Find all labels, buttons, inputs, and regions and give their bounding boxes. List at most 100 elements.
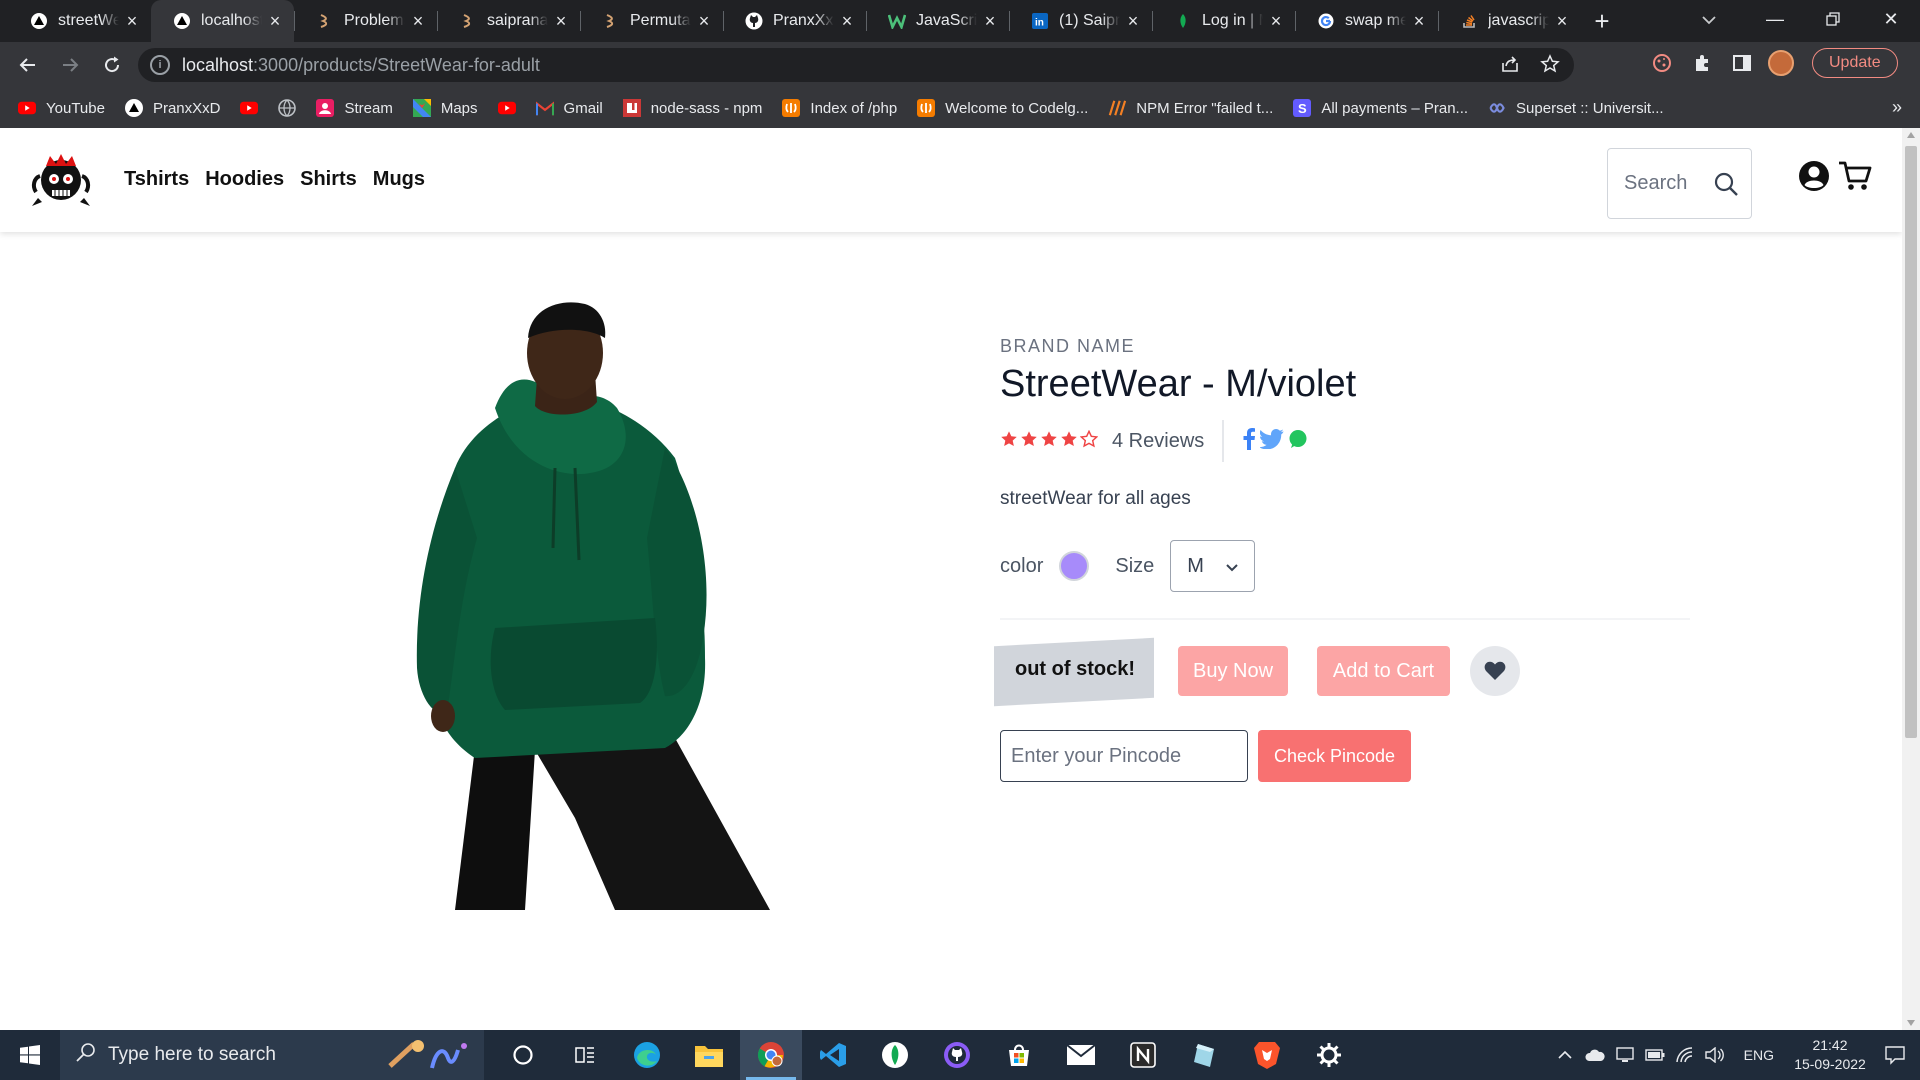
- whatsapp-icon[interactable]: [1288, 429, 1308, 454]
- nav-hoodies[interactable]: Hoodies: [205, 168, 284, 191]
- color-swatch-violet[interactable]: [1059, 551, 1090, 581]
- buy-now-button[interactable]: Buy Now: [1178, 646, 1288, 696]
- check-pincode-button[interactable]: Check Pincode: [1258, 730, 1411, 782]
- wifi-icon[interactable]: [1672, 1047, 1698, 1063]
- close-tab-icon[interactable]: ×: [695, 11, 713, 31]
- browser-tab[interactable]: streetWear×: [8, 0, 151, 42]
- close-tab-icon[interactable]: ×: [838, 11, 856, 31]
- bookmark-item[interactable]: Index of /php: [782, 99, 897, 117]
- close-tab-icon[interactable]: ×: [1410, 11, 1428, 31]
- bookmark-star-icon[interactable]: [1540, 54, 1560, 79]
- close-tab-icon[interactable]: ×: [1124, 11, 1142, 31]
- add-to-cart-button[interactable]: Add to Cart: [1317, 646, 1450, 696]
- bookmark-item[interactable]: Gmail: [535, 99, 603, 117]
- browser-tab[interactable]: JavaScript×: [866, 0, 1009, 42]
- windows-start-icon[interactable]: [0, 1030, 60, 1080]
- update-button[interactable]: Update: [1812, 48, 1898, 78]
- mail-icon[interactable]: [1050, 1030, 1112, 1080]
- bookmark-item[interactable]: S All payments – Pran...: [1293, 99, 1468, 117]
- twitter-icon[interactable]: [1259, 428, 1284, 454]
- close-window-icon[interactable]: ✕: [1862, 0, 1920, 38]
- nav-shirts[interactable]: Shirts: [300, 168, 357, 191]
- cortana-icon[interactable]: [492, 1030, 554, 1080]
- forward-icon[interactable]: [50, 45, 90, 85]
- browser-tab[interactable]: PranxXxD×: [723, 0, 866, 42]
- new-tab-button[interactable]: +: [1581, 0, 1623, 42]
- volume-icon[interactable]: [1702, 1047, 1728, 1063]
- size-select[interactable]: M: [1170, 540, 1256, 592]
- nav-tshirts[interactable]: Tshirts: [124, 168, 189, 191]
- cursor-app-icon[interactable]: [1174, 1030, 1236, 1080]
- browser-tab[interactable]: javascript ×: [1438, 0, 1581, 42]
- search-icon[interactable]: [1713, 171, 1739, 202]
- address-bar[interactable]: i localhost:3000/products/StreetWear-for…: [138, 48, 1574, 82]
- extensions-puzzle-icon[interactable]: [1688, 49, 1716, 77]
- wishlist-button[interactable]: [1470, 646, 1520, 696]
- close-tab-icon[interactable]: ×: [123, 11, 141, 31]
- browser-tab[interactable]: Problems ×: [294, 0, 437, 42]
- browser-tab[interactable]: Log in | MongoDB×: [1152, 0, 1295, 42]
- scroll-up-arrow-icon[interactable]: [1907, 132, 1915, 138]
- bookmark-item[interactable]: YouTube: [18, 99, 105, 117]
- minimize-icon[interactable]: —: [1746, 0, 1804, 38]
- file-explorer-icon[interactable]: [678, 1030, 740, 1080]
- bookmark-item[interactable]: [240, 99, 259, 117]
- bookmark-item[interactable]: Superset :: Universit...: [1488, 99, 1664, 117]
- reviews-count[interactable]: 4 Reviews: [1112, 430, 1204, 453]
- mongodb-compass-icon[interactable]: [864, 1030, 926, 1080]
- site-logo[interactable]: [30, 152, 92, 210]
- restore-icon[interactable]: [1804, 0, 1862, 38]
- bookmark-item[interactable]: PranxXxD: [124, 99, 220, 117]
- browser-tab[interactable]: in (1) Saipranay×: [1009, 0, 1152, 42]
- scroll-thumb[interactable]: [1905, 146, 1917, 738]
- brave-icon[interactable]: [1236, 1030, 1298, 1080]
- bookmark-item[interactable]: Stream: [316, 99, 393, 117]
- vscode-icon[interactable]: [802, 1030, 864, 1080]
- share-icon[interactable]: [1500, 54, 1520, 79]
- browser-tab[interactable]: localhost:3000×: [151, 0, 294, 42]
- account-icon[interactable]: [1798, 160, 1830, 197]
- scroll-down-arrow-icon[interactable]: [1907, 1020, 1915, 1026]
- bookmark-item[interactable]: node-sass - npm: [622, 99, 762, 117]
- bookmarks-overflow-icon[interactable]: »: [1892, 97, 1902, 118]
- chrome-icon[interactable]: [740, 1030, 802, 1080]
- chevron-up-icon[interactable]: [1552, 1050, 1578, 1060]
- browser-tab[interactable]: swap method×: [1295, 0, 1438, 42]
- close-tab-icon[interactable]: ×: [409, 11, 427, 31]
- close-tab-icon[interactable]: ×: [981, 11, 999, 31]
- task-view-icon[interactable]: [554, 1030, 616, 1080]
- bookmark-item[interactable]: [497, 99, 516, 117]
- page-scrollbar[interactable]: [1902, 128, 1920, 1030]
- reload-icon[interactable]: [92, 45, 132, 85]
- close-tab-icon[interactable]: ×: [1553, 11, 1571, 31]
- browser-tab[interactable]: saipranay×: [437, 0, 580, 42]
- close-tab-icon[interactable]: ×: [552, 11, 570, 31]
- site-info-icon[interactable]: i: [150, 55, 170, 75]
- search-input[interactable]: [1624, 172, 1714, 195]
- bookmark-item[interactable]: Welcome to Codelg...: [917, 99, 1088, 117]
- taskbar-search[interactable]: Type here to search: [60, 1030, 484, 1080]
- more-menu-icon[interactable]: ⋮: [1914, 51, 1920, 76]
- bookmark-item[interactable]: NPM Error "failed t...: [1108, 99, 1273, 117]
- onedrive-cloud-icon[interactable]: [1582, 1049, 1608, 1061]
- cart-icon[interactable]: [1838, 160, 1872, 197]
- pincode-input[interactable]: [1000, 730, 1248, 782]
- battery-icon[interactable]: [1642, 1049, 1668, 1061]
- nav-mugs[interactable]: Mugs: [373, 168, 425, 191]
- browser-tab[interactable]: Permutations×: [580, 0, 723, 42]
- close-tab-icon[interactable]: ×: [266, 11, 284, 31]
- store-icon[interactable]: [988, 1030, 1050, 1080]
- cookie-extension-icon[interactable]: [1648, 49, 1676, 77]
- notion-icon[interactable]: [1112, 1030, 1174, 1080]
- network-status-icon[interactable]: [1612, 1047, 1638, 1063]
- side-panel-icon[interactable]: [1728, 49, 1756, 77]
- bookmark-item[interactable]: [278, 99, 297, 117]
- back-icon[interactable]: [8, 45, 48, 85]
- facebook-icon[interactable]: [1242, 427, 1256, 455]
- edge-icon[interactable]: [616, 1030, 678, 1080]
- profile-avatar[interactable]: [1768, 50, 1794, 76]
- close-tab-icon[interactable]: ×: [1267, 11, 1285, 31]
- input-language[interactable]: ENG: [1744, 1047, 1774, 1063]
- notifications-icon[interactable]: [1870, 1045, 1920, 1065]
- settings-icon[interactable]: [1298, 1030, 1360, 1080]
